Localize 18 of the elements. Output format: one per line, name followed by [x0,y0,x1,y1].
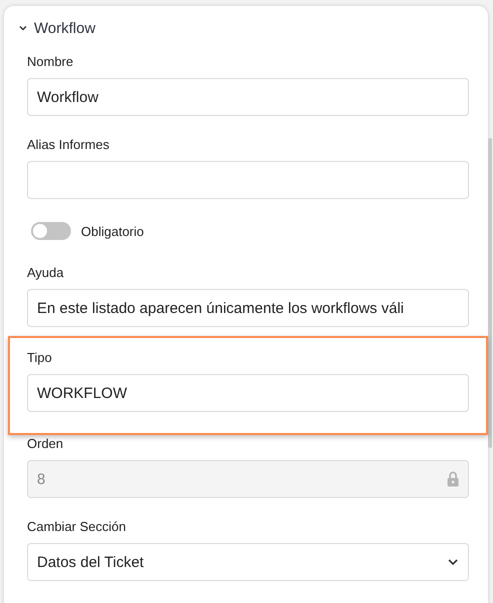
toggle-label: Obligatorio [81,224,144,238]
field-label: Tipo [27,349,53,366]
chevron-icon [447,557,459,567]
select-field[interactable]: Datos del Ticket [27,543,469,581]
chevron-icon [18,23,28,33]
input-field[interactable]: WORKFLOW [27,374,469,412]
toggle-switch[interactable] [31,222,71,240]
section-header[interactable]: Workflow [18,18,96,38]
scrollbar-thumb[interactable] [488,138,492,448]
field-label: Alias Informes [27,136,110,153]
input-field[interactable] [27,161,469,199]
field-label: Cambiar Sección [27,518,127,535]
field-label: Ayuda [27,264,65,281]
input-field[interactable]: Workflow [27,78,469,116]
input-field[interactable]: En este listado aparecen únicamente los workflows váli [27,289,469,327]
lock-icon [447,471,459,487]
field-label: Orden [27,435,64,452]
field-label: Nombre [27,53,74,70]
